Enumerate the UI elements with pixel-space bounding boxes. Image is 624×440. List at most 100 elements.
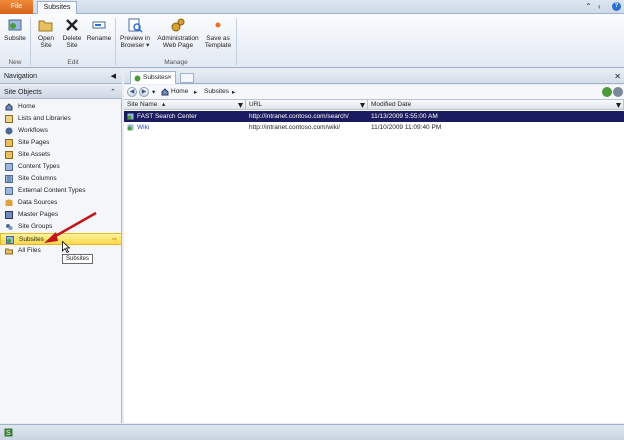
nav-item-label: Site Pages (18, 139, 50, 146)
nav-item-site-pages[interactable]: Site Pages (0, 137, 122, 149)
nav-item-label: Content Types (18, 163, 60, 170)
admin-label-2: Web Page (162, 42, 194, 49)
new-tab-button[interactable] (180, 73, 194, 83)
site-objects-list: Home Lists and Libraries Workflows Site … (0, 99, 122, 423)
external-content-icon (5, 187, 13, 195)
delete-site-label-1: Delete (62, 35, 82, 42)
content-types-icon (5, 163, 13, 171)
annotation-arrow-icon (44, 211, 97, 243)
forward-button[interactable]: ▶ (139, 87, 149, 97)
nav-item-site-assets[interactable]: Site Assets (0, 149, 122, 161)
breadcrumb-separator-icon: ▸ (194, 89, 198, 96)
save-template-label-2: Template (204, 42, 232, 49)
preview-in-browser-button[interactable]: Preview in Browser ▾ (118, 17, 152, 49)
nav-item-label: All Files (18, 247, 41, 254)
breadcrumb-subsites[interactable]: Subsites (204, 88, 229, 95)
nav-item-external-content-types[interactable]: External Content Types (0, 185, 122, 197)
back-icon[interactable]: ‹ (598, 2, 601, 11)
breadcrumb-bar: ◀ ▶ ▾ Home ▸ Subsites ▸ (124, 85, 624, 100)
nav-item-label: Lists and Libraries (18, 115, 71, 122)
nav-item-lists-and-libraries[interactable]: Lists and Libraries (0, 113, 122, 125)
file-tab[interactable]: File (0, 0, 33, 14)
grid-header: Site Name ▴ URL Modified Date (124, 100, 624, 110)
filter-dropdown-icon[interactable] (616, 103, 621, 108)
status-bar: S (0, 424, 624, 440)
subsites-tab[interactable]: Subsites (37, 1, 77, 15)
save-template-label-1: Save as (206, 35, 230, 42)
nav-item-workflows[interactable]: Workflows (0, 125, 122, 137)
master-pages-icon (5, 211, 13, 219)
url-cell: http://intranet.contoso.com/wiki/ (249, 124, 341, 131)
template-icon (215, 22, 221, 28)
tooltip: Subsites (62, 254, 94, 264)
gears-icon (171, 18, 185, 32)
administration-web-page-button[interactable]: Administration Web Page (154, 17, 202, 49)
subsite-label: Subsite (4, 35, 26, 42)
help-icon[interactable]: ? (612, 2, 621, 11)
open-site-button[interactable]: Open Site (34, 17, 58, 49)
document-tab-strip: Subsites ✕ ✕ (124, 70, 624, 84)
collapse-site-objects-icon[interactable]: ⌃ (110, 86, 116, 99)
svg-text:S: S (6, 430, 11, 437)
collapse-nav-icon[interactable]: ◀ (111, 70, 116, 84)
open-site-label-1: Open (38, 35, 54, 42)
stop-icon[interactable] (613, 87, 623, 97)
home-icon (5, 103, 13, 111)
filter-dropdown-icon[interactable] (360, 103, 365, 108)
columns-icon (5, 175, 13, 183)
nav-item-all-files[interactable]: All Files (0, 245, 122, 257)
delete-x-icon (66, 19, 78, 31)
minimize-ribbon-icon[interactable]: ⌃ (585, 2, 592, 11)
delete-site-label-2: Site (66, 42, 78, 49)
nav-item-content-types[interactable]: Content Types (0, 161, 122, 173)
navigation-title: Navigation (4, 73, 38, 80)
nav-item-label: Site Columns (18, 175, 57, 182)
save-as-template-button[interactable]: Save as Template (203, 17, 233, 49)
tab-label: Subsites (143, 74, 168, 81)
nav-item-label: Workflows (18, 127, 48, 134)
url-cell: http://intranet.contoso.com/search/ (249, 113, 349, 120)
chevron-down-icon: ▾ (144, 42, 150, 49)
site-objects-header[interactable]: Site Objects ⌃ (0, 86, 122, 99)
table-row[interactable]: Wiki http://intranet.contoso.com/wiki/ 1… (124, 122, 624, 133)
new-subsite-button[interactable]: Subsite (3, 17, 27, 42)
refresh-icon[interactable] (602, 87, 612, 97)
rename-button[interactable]: Rename (86, 17, 112, 42)
table-row[interactable]: FAST Search Center http://intranet.conto… (124, 111, 624, 122)
close-tab-icon[interactable]: ✕ (167, 72, 172, 84)
assets-icon (5, 151, 13, 159)
subsites-icon (6, 236, 14, 244)
subsites-grid: Site Name ▴ URL Modified Date FAST Searc… (124, 100, 624, 423)
modified-date-cell: 11/13/2009 5:55:00 AM (371, 113, 438, 120)
close-icon[interactable]: ✕ (614, 72, 621, 81)
site-name-cell[interactable]: Wiki (137, 122, 245, 133)
pages-icon (5, 139, 13, 147)
sharepoint-status-icon[interactable]: S (4, 428, 13, 437)
site-name-cell: FAST Search Center (137, 113, 197, 120)
sort-ascending-icon: ▴ (162, 101, 166, 108)
group-divider (30, 18, 31, 65)
open-folder-icon (38, 20, 53, 32)
home-icon (161, 88, 169, 96)
nav-item-home[interactable]: Home (0, 101, 122, 113)
edit-group-label: Edit (67, 59, 79, 66)
chevron-down-icon[interactable]: ▾ (152, 88, 155, 96)
delete-site-button[interactable]: Delete Site (60, 17, 84, 49)
open-site-label-2: Site (40, 42, 52, 49)
nav-item-site-columns[interactable]: Site Columns (0, 173, 122, 185)
column-header-modified-date[interactable]: Modified Date (368, 100, 624, 110)
subsites-icon (134, 75, 141, 82)
admin-label-1: Administration (157, 35, 199, 42)
ribbon: Subsite New Open Site Delete Site Rename… (0, 14, 624, 68)
tab-subsites[interactable]: Subsites ✕ (130, 71, 176, 84)
manage-group-label: Manage (164, 59, 188, 66)
filter-dropdown-icon[interactable] (238, 103, 243, 108)
column-header-site-name[interactable]: Site Name ▴ (124, 100, 246, 110)
nav-item-data-sources[interactable]: Data Sources (0, 197, 122, 209)
navigation-header: Navigation ◀ (0, 70, 122, 84)
nav-item-label: Data Sources (18, 199, 58, 206)
column-header-url[interactable]: URL (246, 100, 368, 110)
breadcrumb-home[interactable]: Home (171, 88, 188, 95)
back-button[interactable]: ◀ (127, 87, 137, 97)
subsite-icon (127, 124, 134, 131)
